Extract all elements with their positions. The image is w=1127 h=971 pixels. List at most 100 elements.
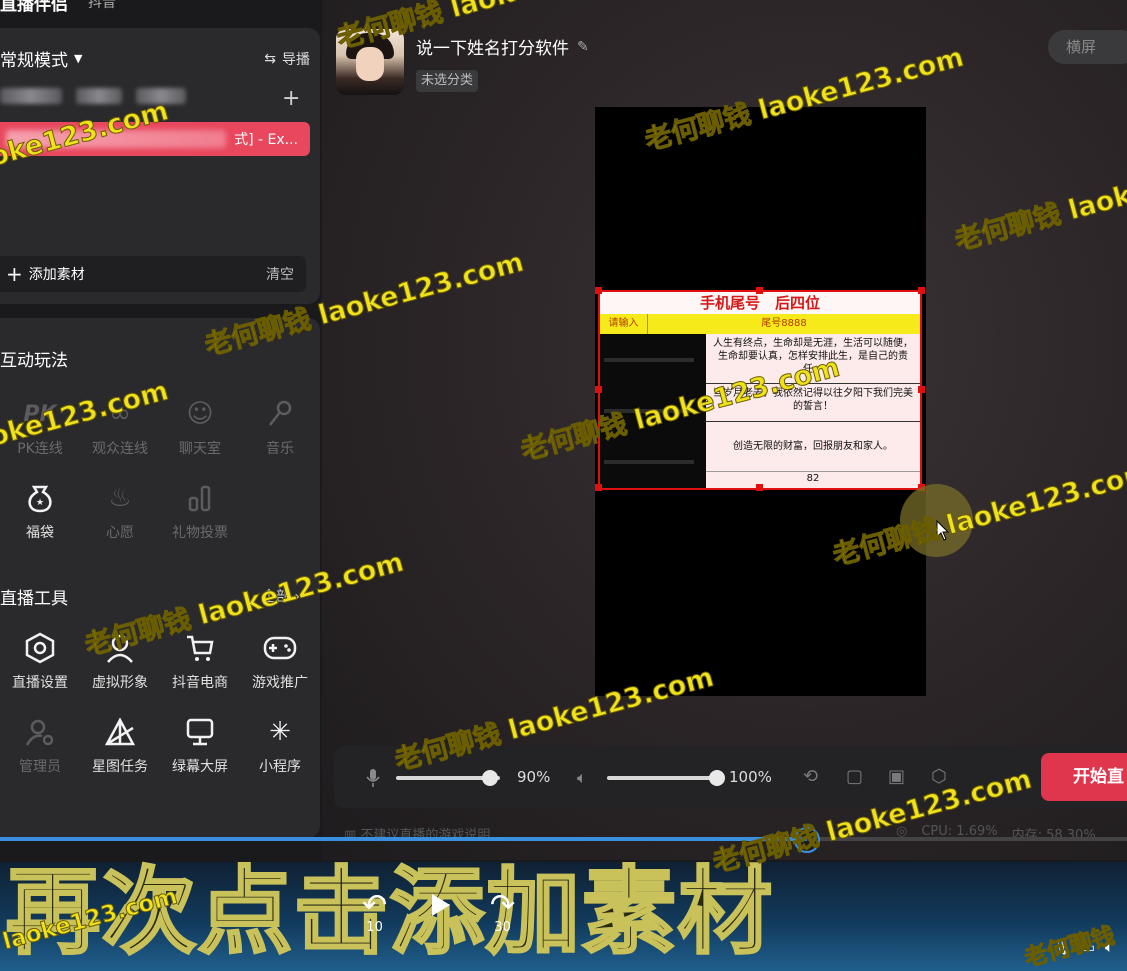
tool-virtual-avatar[interactable]: 虚拟形象 (80, 630, 160, 692)
forward-icon: ↷ (490, 888, 516, 923)
mic-volume-value: 90% (517, 768, 551, 786)
tool-star-map[interactable]: 星图任务 (80, 714, 160, 776)
active-scene-item[interactable]: 式] - Ex... (0, 122, 310, 156)
stream-title-row: 说一下姓名打分软件 ✎ (416, 34, 589, 60)
app-header: 直播伴侣 抖音 (0, 0, 116, 15)
card-cell: 人生有终点，生命却是无涯，生活可以随便，生命却要认真，怎样安排此生，是自己的责任… (706, 334, 920, 384)
resize-handle[interactable] (595, 386, 602, 393)
card-body: 人生有终点，生命却是无涯，生活可以随便，生命却要认真，怎样安排此生，是自己的责任… (600, 334, 920, 488)
caret-down-icon: ▼ (74, 52, 83, 65)
mic-volume-slider[interactable] (396, 770, 500, 786)
material-row: + 添加素材 清空 (0, 256, 306, 292)
link-icon: ∞ (109, 399, 131, 429)
tool-label: 直播设置 (12, 675, 68, 691)
tool-chat-room[interactable]: ☺ 聊天室 (160, 396, 240, 458)
battery-icon[interactable]: ▭ (1082, 940, 1095, 956)
tool-gift-vote[interactable]: 礼物投票 (160, 480, 240, 542)
add-scene-icon[interactable]: + (282, 86, 300, 111)
tool-admin[interactable]: 管理员 (0, 714, 80, 776)
tool-green-screen[interactable]: 绿幕大屏 (160, 714, 240, 776)
app-title: 直播伴侣 (0, 0, 68, 15)
resize-handle[interactable] (595, 484, 602, 491)
interactive-title: 互动玩法 (0, 351, 68, 371)
scene-name-blurred (6, 130, 226, 148)
admin-icon (22, 714, 58, 750)
resize-handle[interactable] (756, 287, 763, 294)
record-icon[interactable]: ▣ (888, 766, 905, 787)
video-progress-knob[interactable] (793, 827, 820, 853)
speaker-volume-knob[interactable] (709, 770, 725, 786)
resize-handle[interactable] (756, 484, 763, 491)
video-progress-fill (0, 837, 807, 841)
lucky-bag-icon: ★ (22, 480, 58, 516)
tutorial-caption: 再次点击添加素材 (4, 857, 775, 969)
tool-ecommerce[interactable]: 抖音电商 (160, 630, 240, 692)
tool-label: 绿幕大屏 (172, 759, 228, 775)
landscape-toggle-button[interactable]: 横屏 (1048, 30, 1127, 64)
resize-handle[interactable] (918, 386, 925, 393)
streamer-avatar[interactable] (336, 29, 404, 95)
effects-icon[interactable]: ⟲ (803, 766, 818, 787)
mic-tray-icon[interactable]: 🎙︎ (1054, 940, 1072, 956)
platform-label: 抖音 (88, 0, 116, 11)
play-icon[interactable] (432, 894, 450, 916)
tool-live-settings[interactable]: 直播设置 (0, 630, 80, 692)
avatar-icon (102, 630, 138, 666)
card-header: 手机尾号 后四位 (600, 292, 920, 314)
resize-handle[interactable] (595, 287, 602, 294)
cart-icon (182, 630, 218, 666)
tool-wish[interactable]: ♨ 心愿 (80, 480, 160, 542)
scene-tabs-blurred[interactable] (0, 88, 240, 110)
start-live-button[interactable]: 开始直 (1041, 753, 1127, 801)
tools-grid: 直播设置 虚拟形象 抖音电商 游戏推广 管理员 星图任务 绿幕大屏 ✳ 小程序 (0, 630, 310, 776)
card-left-column (600, 334, 706, 488)
card-cell: 当岁月老去，我依然记得以往夕阳下我们完美的誓言！ (706, 384, 920, 422)
microphone-icon (262, 396, 298, 432)
hexagon-settings-icon (22, 630, 58, 666)
mini-program-icon: ✳ (269, 717, 291, 747)
card-input-row: 请输入 尾号8888 (600, 314, 920, 334)
app-window: 直播伴侣 抖音 常规模式 ▼ ⇆ 导播 + 式] - Ex... + 添加素材 (0, 0, 1127, 971)
camera-icon[interactable]: ▢ (846, 766, 863, 787)
settings-hexagon-icon[interactable]: ⬡ (931, 766, 947, 787)
speaker-volume-slider[interactable] (607, 770, 725, 786)
tool-game-promo[interactable]: 游戏推广 (240, 630, 320, 692)
mode-label: 常规模式 (0, 51, 68, 71)
tool-pk[interactable]: PK PK连线 (0, 396, 80, 458)
mic-volume-knob[interactable] (481, 770, 498, 786)
category-badge[interactable]: 未选分类 (416, 70, 479, 92)
mode-dropdown[interactable]: 常规模式 ▼ (0, 46, 82, 71)
system-tray: 🎙︎ ▭ 🔈︎ (1054, 940, 1113, 956)
tool-mini-program[interactable]: ✳ 小程序 (240, 714, 320, 776)
card-right-column: 人生有终点，生命却是无涯，生活可以随便，生命却要认真，怎样安排此生，是自己的责任… (706, 334, 920, 488)
rewind-button[interactable]: ↶ 10 (362, 888, 388, 936)
material-source-card[interactable]: 手机尾号 后四位 请输入 尾号8888 人生有终点，生命却是无涯，生活可以随便，… (598, 290, 922, 490)
guide-button[interactable]: ⇆ 导播 (264, 49, 310, 69)
microphone-icon[interactable] (366, 768, 382, 788)
volume-tray-icon[interactable]: 🔈︎ (1105, 940, 1113, 956)
tool-label: 虚拟形象 (92, 675, 148, 691)
tool-lucky-bag[interactable]: ★ 福袋 (0, 480, 80, 542)
screen-icon (182, 714, 218, 750)
edit-icon[interactable]: ✎ (577, 39, 589, 55)
tool-label: 游戏推广 (252, 675, 308, 691)
tool-label: 管理员 (19, 759, 61, 775)
star-map-icon (102, 714, 138, 750)
pk-icon: PK (23, 401, 57, 427)
all-tools-link[interactable]: 全部 › (262, 586, 300, 606)
tools-title: 直播工具 (0, 589, 68, 609)
tool-label: 观众连线 (92, 441, 148, 457)
tool-label: 抖音电商 (172, 675, 228, 691)
chat-room-icon: ☺ (186, 399, 214, 429)
rewind-icon: ↶ (362, 888, 388, 923)
add-material-button[interactable]: + 添加素材 (6, 262, 85, 286)
chevron-right-icon: › (294, 589, 300, 605)
speaker-icon[interactable]: 🔈︎ (577, 768, 587, 788)
clear-button[interactable]: 清空 (266, 264, 294, 284)
tool-label: PK连线 (17, 441, 63, 457)
resize-handle[interactable] (918, 287, 925, 294)
tool-music[interactable]: 音乐 (240, 396, 320, 458)
tool-audience-link[interactable]: ∞ 观众连线 (80, 396, 160, 458)
forward-button[interactable]: ↷ 30 (490, 888, 516, 936)
speaker-volume-value: 100% (729, 768, 772, 786)
